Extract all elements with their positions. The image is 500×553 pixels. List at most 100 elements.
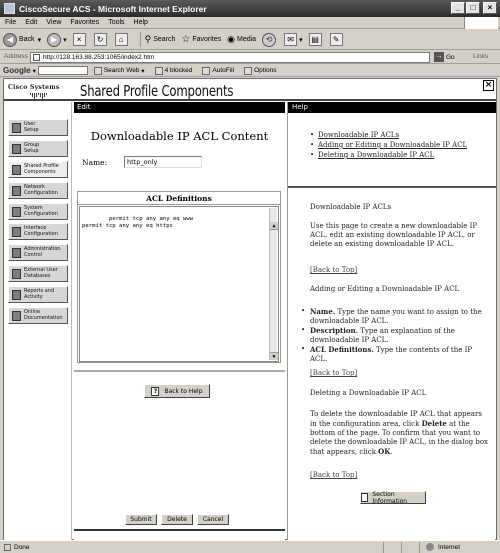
refresh-button[interactable]: ↻ — [93, 33, 109, 46]
nav-network-configuration[interactable]: Network Configuration — [8, 182, 68, 199]
back-to-top-link[interactable]: [Back to Top] — [310, 369, 488, 378]
menu-tools[interactable]: Tools — [108, 19, 124, 26]
name-label: Name: — [82, 158, 108, 167]
search-button[interactable]: ⚲ Search — [145, 34, 176, 45]
help-divider — [288, 186, 496, 188]
favorites-button[interactable]: ☆ Favorites — [181, 34, 221, 45]
scroll-down-icon[interactable]: ▼ — [270, 352, 278, 360]
toolbar-separator — [139, 32, 141, 47]
page-done-icon — [4, 543, 11, 551]
nav-user-setup[interactable]: User Setup — [8, 119, 68, 136]
menu-view[interactable]: View — [46, 19, 61, 26]
acl-definitions-textarea[interactable]: permit tcp any any eq www permit tcp any… — [79, 206, 279, 362]
menu-favorites[interactable]: Favorites — [70, 19, 99, 26]
back-arrow-icon: ◀ — [3, 32, 17, 47]
acl-definitions-panel: ACL Definitions permit tcp any any eq ww… — [77, 191, 281, 363]
media-button[interactable]: ◉ Media — [227, 34, 256, 45]
stop-button[interactable]: × — [72, 33, 88, 46]
delete-button[interactable]: Delete — [161, 514, 193, 525]
user-setup-icon — [12, 122, 21, 133]
help-link-list: • Downloadable IP ACLs • Adding or Editing… — [310, 131, 468, 160]
system-config-icon — [12, 206, 21, 217]
back-button[interactable]: ◀ Back ▾ — [3, 32, 41, 47]
window-title-bar: CiscoSecure ACS - Microsoft Internet Exp… — [0, 0, 500, 17]
back-to-top-link[interactable]: [Back to Top] — [310, 266, 488, 275]
print-button[interactable]: ▤ — [308, 33, 324, 46]
scroll-up-icon[interactable]: ▲ — [270, 222, 278, 230]
nav-administration-control[interactable]: Administration Control — [8, 244, 68, 261]
address-input[interactable]: http://128.163.88.253:1065/index2.htm — [30, 52, 430, 63]
help-frame: Help • Downloadable IP ACLs • Adding or Ed… — [287, 102, 496, 540]
menu-file[interactable]: File — [5, 19, 16, 26]
internet-zone-icon — [426, 543, 434, 551]
help-content: • Downloadable IP ACLs • Adding or Editing… — [288, 113, 496, 540]
window-title: CiscoSecure ACS - Microsoft Internet Exp… — [19, 3, 207, 14]
toolbar: ◀ Back ▾ ▶ ▾ × ↻ ⌂ ⚲ Search ☆ Favorites ◉ Medi… — [0, 30, 500, 50]
acl-definitions-header: ACL Definitions — [78, 192, 280, 205]
windows-logo-icon — [464, 17, 498, 29]
administration-icon — [12, 247, 21, 258]
mail-button[interactable]: ✉ ▾ — [284, 33, 303, 46]
history-button[interactable]: ⟲ — [262, 32, 278, 47]
page-content: Cisco Systems Shared Profile Components … — [3, 78, 497, 540]
menu-help[interactable]: Help — [134, 19, 148, 26]
edit-page-icon: ✎ — [329, 33, 343, 46]
minimize-button[interactable]: _ — [451, 2, 465, 14]
options-icon — [244, 66, 253, 75]
nav-interface-configuration[interactable]: Interface Configuration — [8, 223, 68, 240]
close-page-button[interactable]: × — [483, 80, 494, 91]
edit-page-button[interactable]: ✎ — [329, 33, 345, 46]
popup-blocker-button[interactable]: 4 blocked — [154, 66, 192, 75]
google-search-input[interactable] — [37, 66, 88, 75]
nav-shared-profile-components[interactable]: Shared Profile Components — [8, 161, 68, 178]
acl-scrollbar[interactable]: ▲ ▼ — [269, 208, 278, 360]
ie-icon — [4, 3, 15, 14]
options-button[interactable]: Options — [244, 66, 276, 75]
help-link-deleting[interactable]: Deleting a Downloadable IP ACL — [318, 151, 434, 160]
google-toolbar: Google ▾ Search Web ▾ 4 blocked AutoFill … — [0, 65, 500, 77]
go-button[interactable]: → Go — [434, 52, 455, 62]
home-button[interactable]: ⌂ — [114, 33, 130, 46]
group-setup-icon — [12, 143, 21, 154]
help-header: Help — [288, 102, 496, 113]
search-web-button[interactable]: Search Web ▾ — [93, 66, 145, 75]
edit-title: Downloadable IP ACL Content — [90, 129, 269, 143]
nav-system-configuration[interactable]: System Configuration — [8, 203, 68, 220]
help-section-title: Deleting a Downloadable IP ACL — [310, 389, 427, 397]
mail-icon: ✉ — [284, 33, 298, 46]
documentation-icon — [12, 310, 21, 321]
address-url: http://128.163.88.253:1065/index2.htm — [43, 54, 155, 61]
menu-bar: File Edit View Favorites Tools Help — [0, 17, 500, 29]
close-window-button[interactable]: × — [483, 2, 497, 14]
back-to-top-link[interactable]: [Back to Top] — [310, 471, 488, 480]
links-button[interactable]: Links — [473, 53, 488, 60]
menu-edit[interactable]: Edit — [25, 19, 37, 26]
forward-button[interactable]: ▶ ▾ — [47, 32, 67, 47]
shared-profile-icon — [12, 164, 21, 175]
submit-button[interactable]: Submit — [125, 514, 157, 525]
help-section-title: Adding or Editing a Downloadable IP ACL — [310, 285, 460, 293]
info-icon — [361, 493, 369, 502]
back-to-help-button[interactable]: ? Back to Help — [144, 384, 210, 398]
nav-reports-and-activity[interactable]: Reports and Activity — [8, 286, 68, 303]
help-link-downloadable-ip-acls[interactable]: Downloadable IP ACLs — [318, 131, 399, 140]
help-section-text: To delete the downloadable IP ACL that a… — [310, 410, 489, 456]
name-input[interactable]: http_only — [124, 156, 202, 168]
nav-external-user-databases[interactable]: External User Databases — [8, 265, 68, 282]
nav-online-documentation[interactable]: Online Documentation — [8, 307, 68, 324]
autofill-button[interactable]: AutoFill — [202, 66, 234, 75]
home-icon: ⌂ — [114, 33, 128, 46]
refresh-icon: ↻ — [93, 33, 107, 46]
help-link-adding-editing[interactable]: Adding or Editing a Downloadable IP ACL — [318, 141, 467, 150]
section-information-button[interactable]: Section Information — [360, 491, 426, 505]
popup-blocker-icon — [154, 66, 163, 75]
star-icon: ☆ — [181, 34, 191, 45]
page-title: Shared Profile Components — [80, 82, 234, 100]
google-logo[interactable]: Google — [3, 66, 31, 75]
go-arrow-icon: → — [434, 52, 444, 62]
nav-group-setup[interactable]: Group Setup — [8, 140, 68, 157]
search-icon: ⚲ — [144, 34, 152, 44]
maximize-button[interactable]: □ — [466, 2, 480, 14]
header-divider — [4, 99, 496, 101]
cancel-button[interactable]: Cancel — [197, 514, 229, 525]
